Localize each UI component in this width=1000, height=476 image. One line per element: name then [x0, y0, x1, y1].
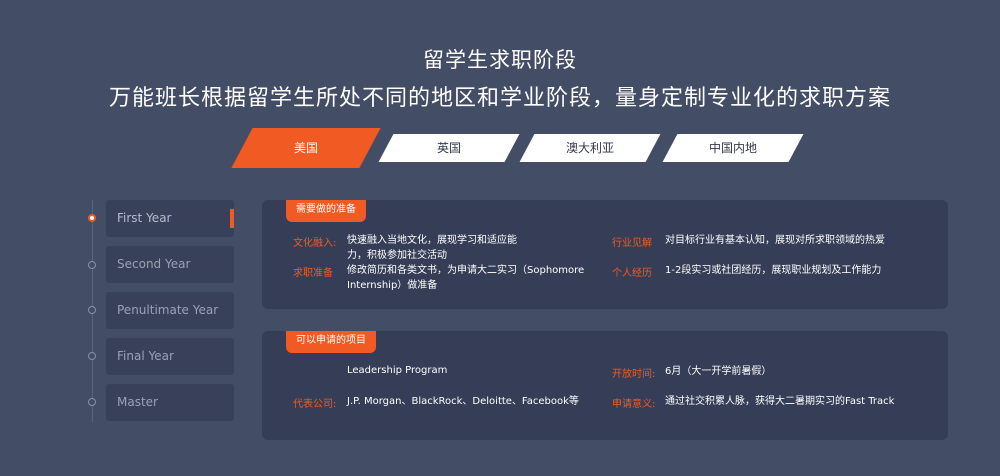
stage-label: Penultimate Year	[117, 303, 219, 317]
stage-penultimate-year[interactable]: Penultimate Year	[106, 292, 234, 329]
job-prep-value: 修改简历和各类文书，为申请大二实习（Sophomore Internship）做…	[347, 265, 585, 291]
open-time-label: 开放时间:	[612, 369, 656, 380]
industry-label: 行业见解	[612, 238, 652, 249]
timeline-dot	[88, 261, 96, 269]
meaning-value: 通过社交积累人脉，获得大二暑期实习的Fast Track	[665, 396, 895, 407]
program-value: Leadership Program	[347, 365, 448, 376]
tab-label: 中国内地	[708, 141, 757, 155]
tab-uk[interactable]: 英国	[378, 134, 520, 162]
stage-label: Final Year	[117, 349, 174, 363]
company-value: J.P. Morgan、BlackRock、Deloitte、Facebook等	[347, 396, 579, 407]
stage-first-year[interactable]: First Year	[106, 200, 234, 237]
preparation-card: 需要做的准备 文化融入: 快速融入当地文化，展现学习和适应能力，积极参加社交活动…	[262, 200, 948, 309]
tab-australia[interactable]: 澳大利亚	[519, 134, 661, 162]
active-indicator	[230, 209, 234, 228]
stage-master[interactable]: Master	[106, 384, 234, 421]
tab-label: 澳大利亚	[565, 141, 614, 155]
stage-label: Master	[117, 395, 158, 409]
personal-label: 个人经历	[612, 268, 652, 279]
industry-value: 对目标行业有基本认知，展现对所求职领域的热爱	[665, 235, 885, 246]
page-title: 留学生求职阶段	[423, 48, 577, 72]
region-tabs: 美国 英国 澳大利亚 中国内地	[0, 128, 1000, 168]
company-label: 代表公司:	[293, 399, 337, 410]
tab-mainland-china[interactable]: 中国内地	[662, 134, 804, 162]
culture-value: 快速融入当地文化，展现学习和适应能力，积极参加社交活动	[347, 235, 517, 261]
job-prep-label: 求职准备	[293, 268, 333, 279]
card-tag: 可以申请的项目	[286, 331, 376, 353]
culture-label: 文化融入:	[293, 238, 337, 249]
tab-usa[interactable]: 美国	[231, 128, 381, 168]
tab-label: 美国	[293, 141, 318, 155]
projects-card: 可以申请的项目 Leadership Program 代表公司: J.P. Mo…	[262, 331, 948, 440]
meaning-label: 申请意义:	[612, 399, 656, 410]
tab-label: 英国	[436, 141, 461, 155]
stage-final-year[interactable]: Final Year	[106, 338, 234, 375]
timeline-dot	[88, 398, 96, 406]
card-tag: 需要做的准备	[286, 200, 366, 222]
timeline-dot	[88, 306, 96, 314]
open-time-value: 6月（大一开学前暑假）	[665, 366, 772, 377]
stage-second-year[interactable]: Second Year	[106, 246, 234, 283]
timeline-dot-active	[88, 214, 96, 222]
timeline-dot	[88, 352, 96, 360]
personal-value: 1-2段实习或社团经历，展现职业规划及工作能力	[665, 265, 882, 276]
page-subtitle: 万能班长根据留学生所处不同的地区和学业阶段，量身定制专业化的求职方案	[108, 86, 891, 111]
stage-label: Second Year	[117, 257, 191, 271]
stage-label: First Year	[117, 211, 172, 225]
